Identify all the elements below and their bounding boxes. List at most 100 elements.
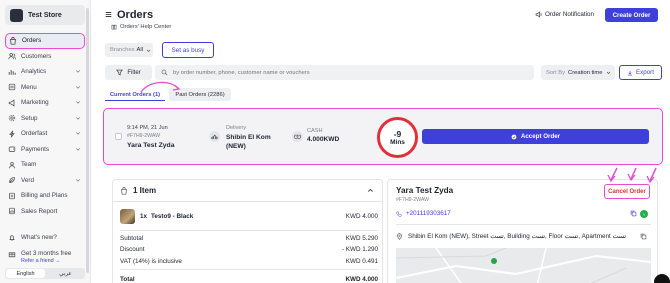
delivery-map[interactable] — [396, 248, 651, 283]
order-code: #F7H9-2WAW — [127, 133, 161, 139]
sidebar-item-marketing[interactable]: Marketing — [5, 95, 85, 111]
phone-icon — [396, 211, 402, 217]
sidebar-item-orderfast[interactable]: Orderfast — [5, 126, 85, 142]
map-roads — [396, 248, 651, 283]
filter-button[interactable]: Filter — [105, 65, 152, 80]
list-item: 1x Testo9 - Black KWD 4.000 — [120, 208, 378, 224]
speaker-icon — [535, 11, 542, 18]
lightning-icon — [8, 130, 16, 138]
customer-phone[interactable]: +201119303617 — [396, 210, 451, 217]
sidebar-item-customers[interactable]: Customers — [5, 49, 85, 65]
bell-icon — [8, 234, 16, 242]
divider — [120, 269, 378, 270]
chevron-down-icon — [75, 147, 81, 151]
search-box — [155, 65, 534, 80]
chevron-down-icon — [606, 71, 610, 74]
discount-row: Discount - KWD 1.290 — [120, 246, 378, 253]
chat-fab[interactable] — [654, 274, 670, 283]
help-center-link[interactable]: Orders' Help Center — [111, 24, 171, 30]
order-items-card: 1 Item 1x Testo9 - Black KWD 4.000 Subto… — [112, 179, 383, 283]
sidebar-item-team[interactable]: Team — [5, 157, 85, 173]
chevron-up-icon[interactable] — [367, 187, 374, 194]
subtotal-row: Subtotal KWD 5.290 — [120, 235, 378, 242]
order-meta: 9:14 PM, 21 Jun #F7H9-2WAW Yara Test Zyd… — [127, 125, 174, 149]
refer-link[interactable]: Refer a friend → — [21, 258, 71, 264]
sidebar-item-label: Billing and Plans — [21, 192, 68, 200]
page-title: Orders — [117, 9, 154, 21]
referral-text: Get 3 months free Refer a friend → — [21, 250, 71, 264]
sidebar-nav: Orders Customers Analytics Menu Marketin… — [5, 33, 85, 219]
delivery-label: Delivery — [226, 125, 247, 131]
help-center-label: Orders' Help Center — [120, 24, 172, 30]
chevron-down-icon — [75, 178, 81, 182]
divider — [113, 201, 382, 202]
sidebar-item-payments[interactable]: Payments — [5, 142, 85, 158]
whats-new-label: What's new? — [21, 234, 57, 242]
referral-promo[interactable]: Get 3 months free Refer a friend → — [5, 246, 85, 266]
sidebar-footer: What's new? Get 3 months free Refer a fr… — [5, 230, 85, 266]
chart-icon — [8, 68, 16, 76]
sidebar-item-label: Payments — [21, 145, 49, 153]
copy-icon[interactable] — [630, 210, 637, 217]
tab-current-orders[interactable]: Current Orders (1) — [105, 89, 165, 101]
search-icon — [161, 69, 168, 76]
order-card[interactable]: 9:14 PM, 21 Jun #F7H9-2WAW Yara Test Zyd… — [103, 108, 663, 165]
customer-name: Yara Test Zyda — [396, 186, 454, 195]
chevron-down-icon — [75, 116, 81, 120]
sidebar-item-setup[interactable]: Setup — [5, 111, 85, 127]
menu-book-icon — [8, 83, 16, 91]
sidebar-scrollbar[interactable] — [86, 8, 89, 273]
timer-unit: Mins — [390, 138, 405, 146]
lang-arabic[interactable]: عربي — [46, 268, 85, 279]
items-header: 1 Item — [120, 186, 156, 195]
branches-select[interactable]: Branches All — [105, 43, 153, 57]
whatsapp-icon[interactable] — [640, 210, 648, 218]
sidebar-item-analytics[interactable]: Analytics — [5, 64, 85, 80]
chevron-down-icon — [75, 132, 81, 135]
order-checkbox[interactable] — [115, 133, 122, 140]
cancel-order-button[interactable]: Cancel Order — [604, 184, 650, 199]
customer-address: Shibin El Kom (NEW), Street تست, Buildin… — [396, 233, 626, 240]
vat-label: VAT (14%) is inclusive — [120, 258, 182, 265]
sort-select[interactable]: Sort By Creation time — [541, 65, 615, 80]
hamburger-icon[interactable] — [105, 11, 112, 18]
set-busy-button[interactable]: Set as busy — [162, 42, 214, 58]
export-button[interactable]: Export — [619, 65, 662, 80]
sidebar-item-label: Marketing — [21, 99, 49, 107]
map-pin-icon — [491, 258, 497, 264]
create-order-button[interactable]: Create Order — [605, 8, 658, 22]
order-notification-label: Order Notification — [545, 11, 594, 18]
store-logo — [10, 8, 23, 22]
store-switcher[interactable]: Test Store — [5, 5, 85, 25]
whats-new-link[interactable]: What's new? — [5, 230, 85, 246]
sort-label: Sort By — [546, 69, 566, 76]
order-payment: CASH 4.000KWD — [307, 128, 339, 143]
vat-value: KWD 0.491 — [345, 258, 378, 265]
timer-value: -9 — [393, 128, 402, 139]
order-notification-button[interactable]: Order Notification — [535, 11, 594, 18]
items-count: 1 Item — [133, 186, 157, 195]
store-name: Test Store — [28, 11, 62, 19]
subtotal-value: KWD 5.290 — [345, 235, 378, 242]
team-icon — [8, 161, 16, 169]
language-switch: English عربي — [5, 268, 85, 279]
copy-icon[interactable] — [640, 233, 647, 240]
phone-number: +201119303617 — [406, 210, 451, 217]
payment-label: CASH — [307, 128, 323, 134]
sidebar-item-verd[interactable]: Verd — [5, 173, 85, 189]
export-label: Export — [636, 69, 654, 76]
sidebar-item-menu[interactable]: Menu — [5, 80, 85, 96]
promo-title: Get 3 months free — [21, 249, 72, 257]
sidebar-item-billing[interactable]: Billing and Plans — [5, 188, 85, 204]
discount-value: - KWD 1.290 — [341, 246, 378, 253]
accept-order-button[interactable]: Accept Order — [422, 129, 649, 144]
sidebar-item-label: Team — [21, 161, 37, 169]
search-input[interactable] — [173, 69, 513, 76]
lang-english[interactable]: English — [6, 269, 45, 278]
billing-icon — [8, 192, 16, 200]
sidebar-item-orders[interactable]: Orders — [5, 33, 85, 49]
tab-past-orders[interactable]: Past Orders (2286) — [169, 88, 231, 101]
delivery-area-suffix: (NEW) — [226, 143, 246, 150]
chevron-down-icon — [75, 101, 81, 104]
sidebar-item-sales-report[interactable]: Sales Report — [5, 204, 85, 220]
